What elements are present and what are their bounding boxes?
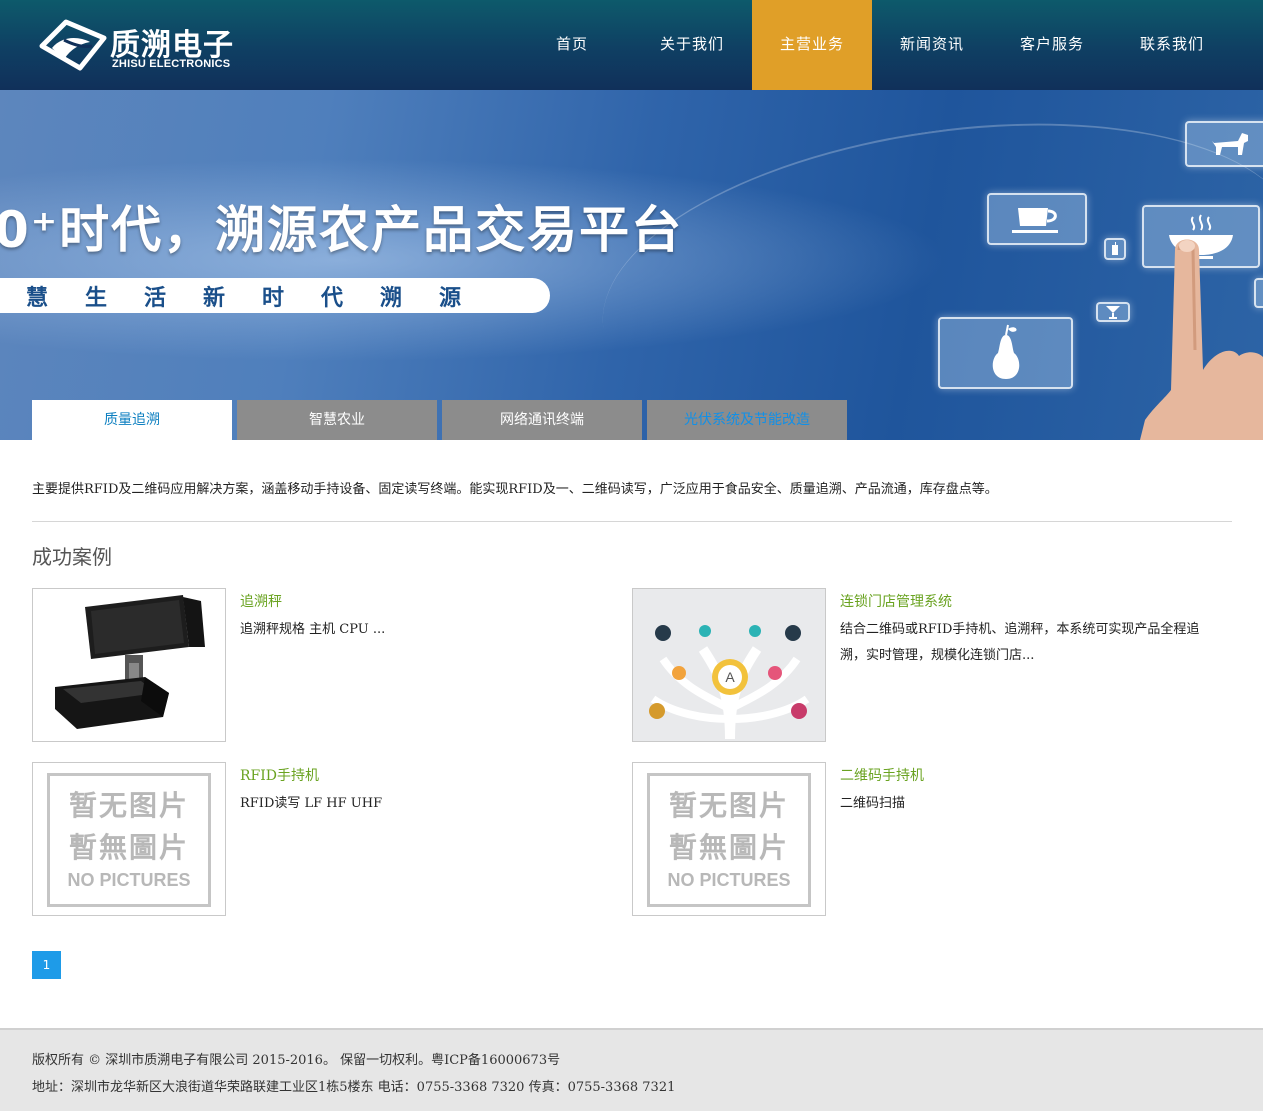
business-intro: 主要提供RFID及二维码应用解决方案，涵盖移动手持设备、固定读写终端。能实现RF…	[32, 482, 998, 497]
hand-pointer-icon	[1140, 239, 1263, 440]
banner-headline: 0⁺时代，溯源农产品交易平台	[0, 201, 684, 259]
no-picture-text: 暫無圖片	[668, 831, 789, 864]
nav-item-contact[interactable]: 联系我们	[1112, 0, 1232, 90]
content-divider	[32, 521, 1232, 522]
no-picture-text: NO PICTURES	[667, 870, 791, 890]
nav-item-news[interactable]: 新闻资讯	[872, 0, 992, 90]
nav-item-business[interactable]: 主营业务	[752, 0, 872, 90]
company-logo[interactable]: 质溯电子 ZHISU ELECTRONICS	[38, 16, 238, 74]
no-picture-text: 暂无图片	[68, 789, 189, 822]
nav-item-home[interactable]: 首页	[512, 0, 632, 90]
infographic-image: A	[633, 589, 825, 741]
case-title[interactable]: RFID手持机	[240, 765, 319, 785]
footer-copyright: 版权所有 © 深圳市质溯电子有限公司 2015-2016。 保留一切权利。粤IC…	[32, 1053, 561, 1068]
coffee-cup-icon	[987, 193, 1087, 245]
case-description: 二维码扫描	[840, 796, 906, 811]
case-description: 结合二维码或RFID手持机、追溯秤，本系统可实现产品全程追溯，实时管理，规模化连…	[840, 622, 1200, 663]
case-title[interactable]: 二维码手持机	[840, 765, 924, 785]
case-description: 追溯秤规格 主机 CPU ...	[240, 622, 386, 637]
no-picture-text: NO PICTURES	[67, 870, 191, 890]
site-footer: 版权所有 © 深圳市质溯电子有限公司 2015-2016。 保留一切权利。粤IC…	[0, 1028, 1263, 1111]
logo-english-name: ZHISU ELECTRONICS	[112, 58, 231, 70]
no-picture-text: 暂无图片	[668, 789, 789, 822]
case-item: 追溯秤 追溯秤规格 主机 CPU ...	[32, 588, 632, 743]
section-title: 成功案例	[32, 545, 112, 569]
tab-solar-energy[interactable]: 光伏系统及节能改造	[647, 400, 847, 440]
case-item: 暂无图片 暫無圖片 NO PICTURES RFID手持机 RFID读写 LF …	[32, 762, 632, 917]
business-tabs: 质量追溯 智慧农业 网络通讯终端 光伏系统及节能改造	[32, 400, 852, 440]
banner-subline: 慧生活新时代溯源	[26, 286, 499, 311]
case-thumbnail[interactable]: 暂无图片 暫無圖片 NO PICTURES	[632, 762, 826, 916]
hero-banner: 0⁺时代，溯源农产品交易平台 慧生活新时代溯源 质量追溯 智慧农业 网络通讯终端…	[0, 90, 1263, 440]
case-item: A 连锁门店管理系统 结合二维码或RFID手持机、追溯秤，本系统可实现产品全程追…	[632, 588, 1232, 743]
tab-smart-agriculture[interactable]: 智慧农业	[237, 400, 437, 440]
svg-text:A: A	[725, 669, 735, 685]
footer-address: 地址：深圳市龙华新区大浪街道华荣路联建工业区1栋5楼东 电话：0755-3368…	[32, 1080, 676, 1095]
nav-item-service[interactable]: 客户服务	[992, 0, 1112, 90]
case-title[interactable]: 连锁门店管理系统	[840, 591, 952, 611]
drink-icon	[1104, 238, 1126, 260]
case-thumbnail[interactable]: 暂无图片 暫無圖片 NO PICTURES	[32, 762, 226, 916]
main-nav: 首页 关于我们 主营业务 新闻资讯 客户服务 联系我们	[512, 0, 1232, 90]
site-header: 质溯电子 ZHISU ELECTRONICS 首页 关于我们 主营业务 新闻资讯…	[0, 0, 1263, 90]
cocktail-icon	[1096, 302, 1130, 322]
dog-icon	[1185, 121, 1263, 167]
pos-scale-image	[55, 595, 205, 729]
nav-item-about[interactable]: 关于我们	[632, 0, 752, 90]
no-picture-placeholder: 暂无图片 暫無圖片 NO PICTURES	[647, 773, 811, 907]
case-description: RFID读写 LF HF UHF	[240, 796, 383, 811]
no-picture-placeholder: 暂无图片 暫無圖片 NO PICTURES	[47, 773, 211, 907]
no-picture-text: 暫無圖片	[68, 831, 189, 864]
tab-quality-trace[interactable]: 质量追溯	[32, 400, 232, 440]
case-item: 暂无图片 暫無圖片 NO PICTURES 二维码手持机 二维码扫描	[632, 762, 1232, 917]
tab-network-terminal[interactable]: 网络通讯终端	[442, 400, 642, 440]
pagination-page-1[interactable]: 1	[32, 951, 61, 979]
case-thumbnail[interactable]	[32, 588, 226, 742]
pear-icon	[938, 317, 1073, 389]
case-thumbnail[interactable]: A	[632, 588, 826, 742]
case-title[interactable]: 追溯秤	[240, 591, 282, 611]
logo-mark-icon	[39, 19, 107, 71]
